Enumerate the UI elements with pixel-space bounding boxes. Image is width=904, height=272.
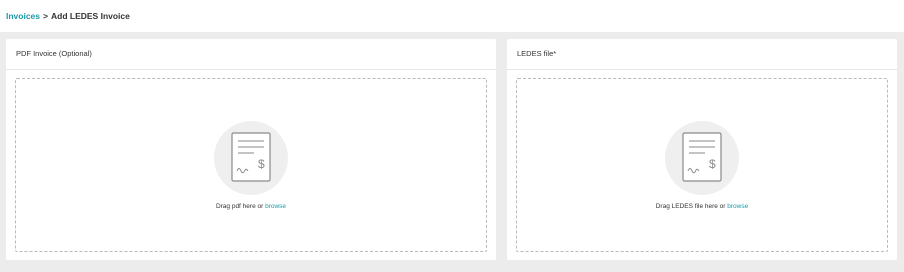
pdf-invoice-panel: PDF Invoice (Optional) $ Drag pdf here o…	[6, 39, 496, 260]
ledes-file-panel: LEDES file* $ Drag LEDES file here or br…	[507, 39, 897, 260]
svg-text:$: $	[258, 157, 265, 171]
pdf-dropzone[interactable]: $ Drag pdf here or browse	[15, 78, 487, 252]
pdf-drop-text: Drag pdf here or	[215, 203, 264, 210]
invoice-document-icon: $	[231, 132, 271, 182]
ledes-panel-title: LEDES file*	[507, 39, 897, 70]
ledes-drop-text: Drag LEDES file here or	[655, 203, 726, 210]
breadcrumb-current: Add LEDES Invoice	[51, 11, 130, 21]
breadcrumb-invoices-link[interactable]: Invoices	[6, 11, 40, 21]
pdf-drop-instructions: Drag pdf here or browse	[16, 203, 486, 210]
svg-text:$: $	[709, 157, 716, 171]
pdf-browse-link[interactable]: browse	[265, 203, 286, 210]
breadcrumb-separator: >	[43, 11, 48, 21]
ledes-illustration: $	[665, 121, 739, 195]
top-bar: Invoices > Add LEDES Invoice	[0, 0, 904, 32]
pdf-illustration: $	[214, 121, 288, 195]
ledes-browse-link[interactable]: browse	[727, 203, 748, 210]
invoice-document-icon: $	[682, 132, 722, 182]
breadcrumb: Invoices > Add LEDES Invoice	[6, 11, 130, 21]
pdf-panel-title: PDF Invoice (Optional)	[6, 39, 496, 70]
ledes-drop-instructions: Drag LEDES file here or browse	[517, 203, 887, 210]
ledes-dropzone[interactable]: $ Drag LEDES file here or browse	[516, 78, 888, 252]
